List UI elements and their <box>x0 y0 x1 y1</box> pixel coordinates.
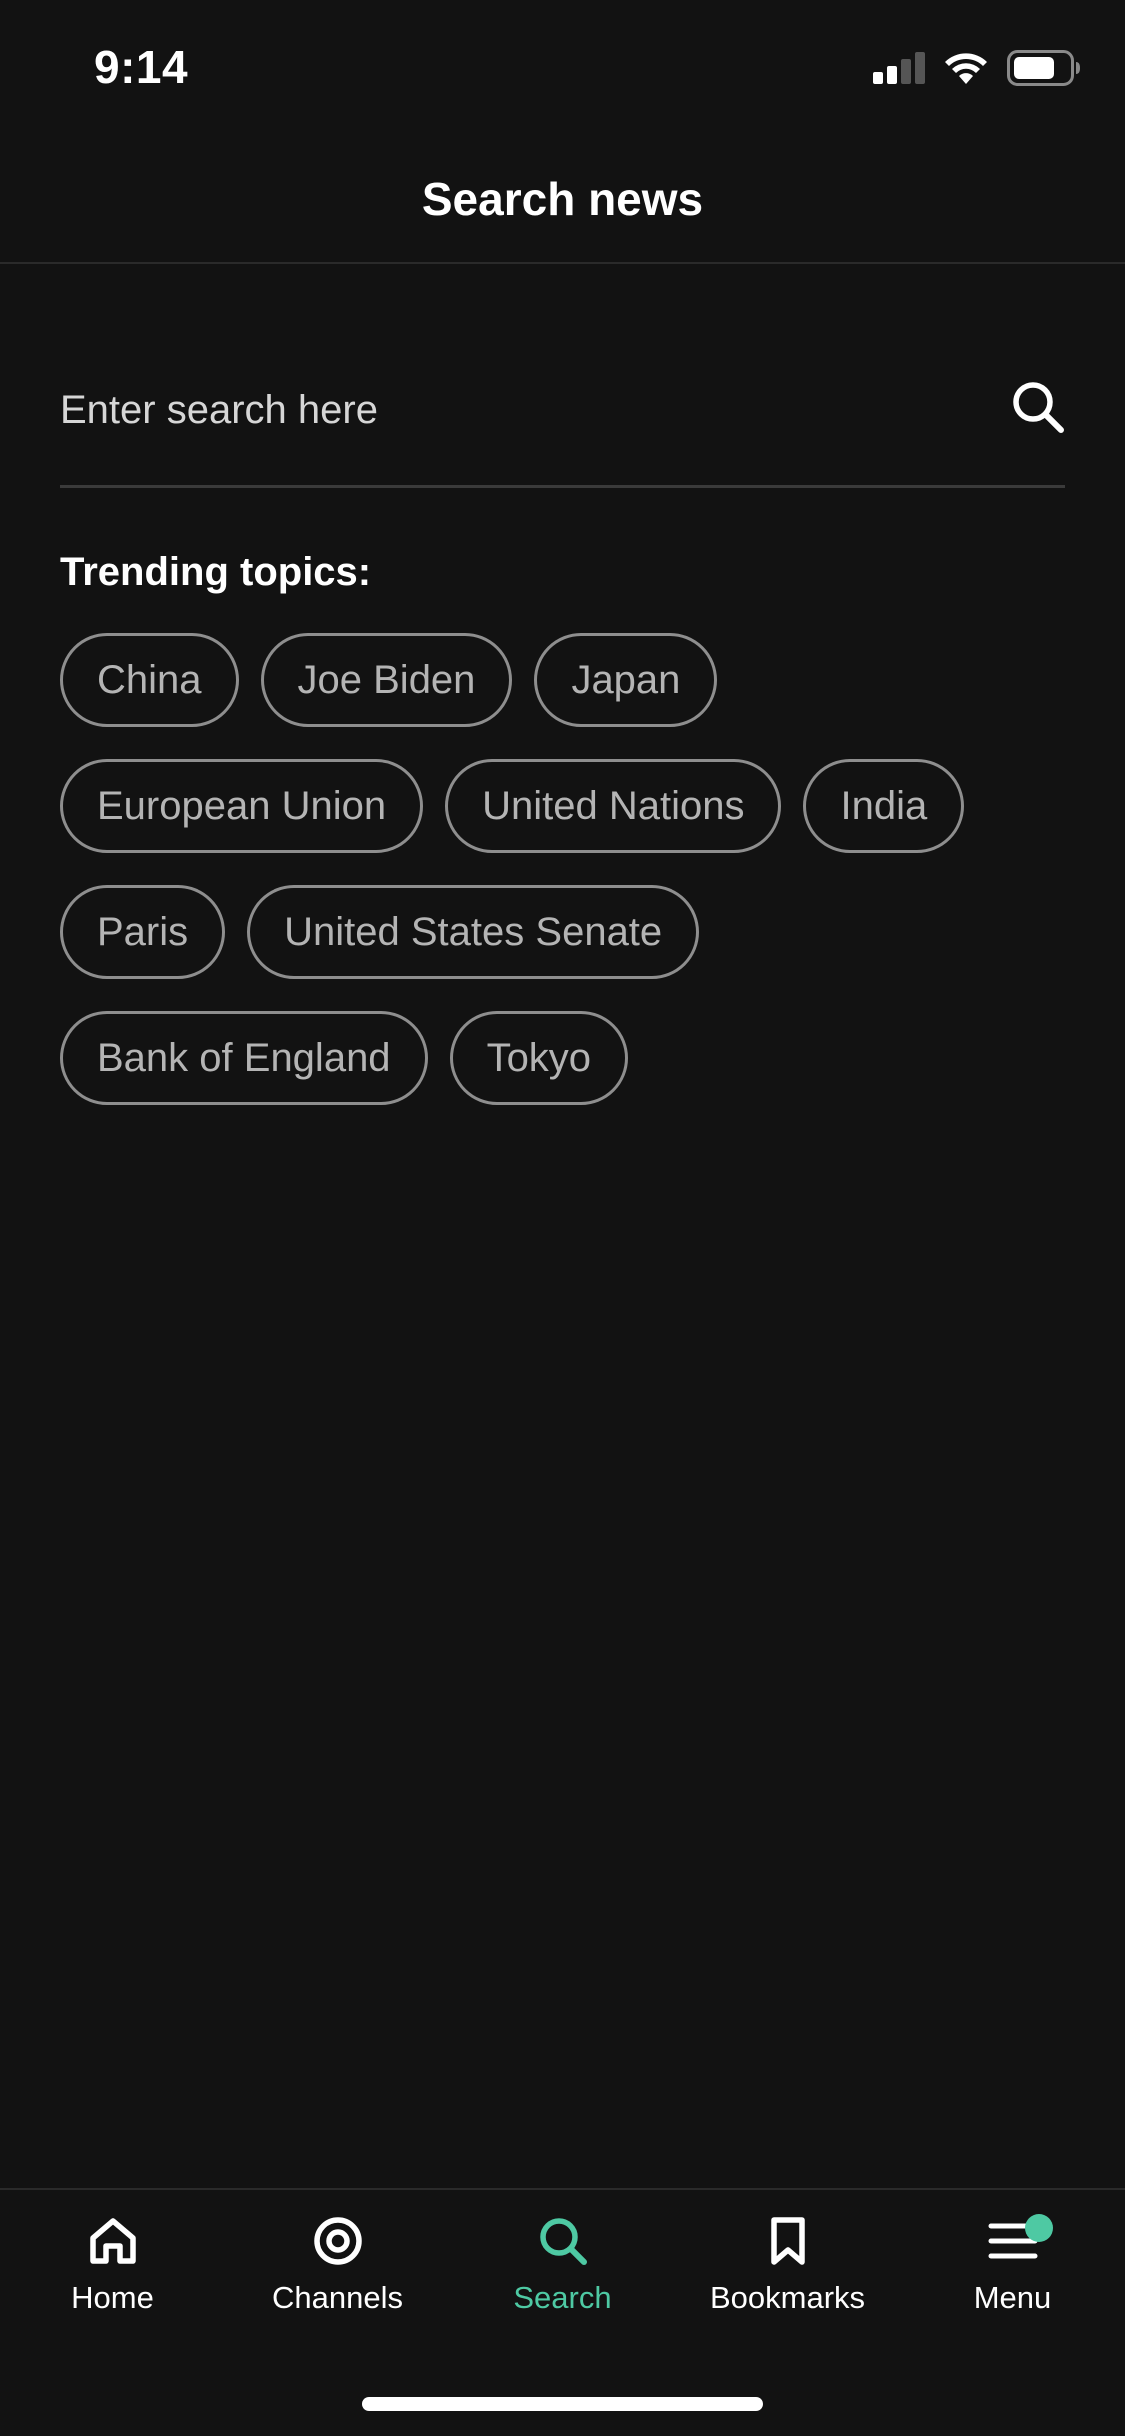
tab-home-label: Home <box>71 2280 154 2315</box>
notification-badge-dot <box>1025 2214 1053 2242</box>
topic-chip-tokyo[interactable]: Tokyo <box>449 1011 629 1105</box>
tab-search-label: Search <box>513 2280 612 2315</box>
status-time: 9:14 <box>94 41 189 93</box>
search-input[interactable] <box>60 380 960 440</box>
trending-topics-list: China Joe Biden Japan European Union Uni… <box>60 633 1070 1105</box>
cellular-signal-icon <box>873 52 925 84</box>
bookmark-icon <box>770 2217 805 2265</box>
search-bar <box>60 340 1065 488</box>
topic-chip-european-union[interactable]: European Union <box>60 759 424 853</box>
topic-chip-bank-of-england[interactable]: Bank of England <box>60 1011 428 1105</box>
wifi-icon <box>945 53 987 84</box>
topic-chip-united-nations[interactable]: United Nations <box>445 759 782 853</box>
target-icon <box>313 2217 362 2265</box>
topic-chip-japan[interactable]: Japan <box>534 633 718 727</box>
tab-search[interactable]: Search <box>450 2216 675 2346</box>
battery-icon <box>1007 50 1080 86</box>
tab-bookmarks-label: Bookmarks <box>709 2280 866 2315</box>
search-icon <box>1013 382 1064 433</box>
status-icons <box>873 50 1081 86</box>
search-submit-button[interactable] <box>1011 380 1065 434</box>
tab-menu[interactable]: Menu <box>900 2214 1125 2346</box>
search-icon <box>539 2218 587 2265</box>
tab-menu-label: Menu <box>973 2280 1052 2315</box>
tab-bookmarks[interactable]: Bookmarks <box>675 2216 900 2346</box>
home-indicator <box>362 2397 763 2411</box>
tab-channels-label: Channels <box>272 2280 403 2315</box>
status-bar: 9:14 <box>0 0 1125 132</box>
tab-home[interactable]: Home <box>0 2216 225 2346</box>
page-title: Search news <box>421 173 704 225</box>
topic-chip-china[interactable]: China <box>60 633 239 727</box>
topic-chip-joe-biden[interactable]: Joe Biden <box>260 633 513 727</box>
home-icon <box>89 2218 136 2264</box>
tab-channels[interactable]: Channels <box>225 2216 450 2346</box>
page-header: Search news <box>0 132 1125 264</box>
topic-chip-united-states-senate[interactable]: United States Senate <box>247 885 700 979</box>
topic-chip-paris[interactable]: Paris <box>60 885 226 979</box>
trending-topics-title: Trending topics: <box>60 550 372 594</box>
topic-chip-india[interactable]: India <box>803 759 965 853</box>
